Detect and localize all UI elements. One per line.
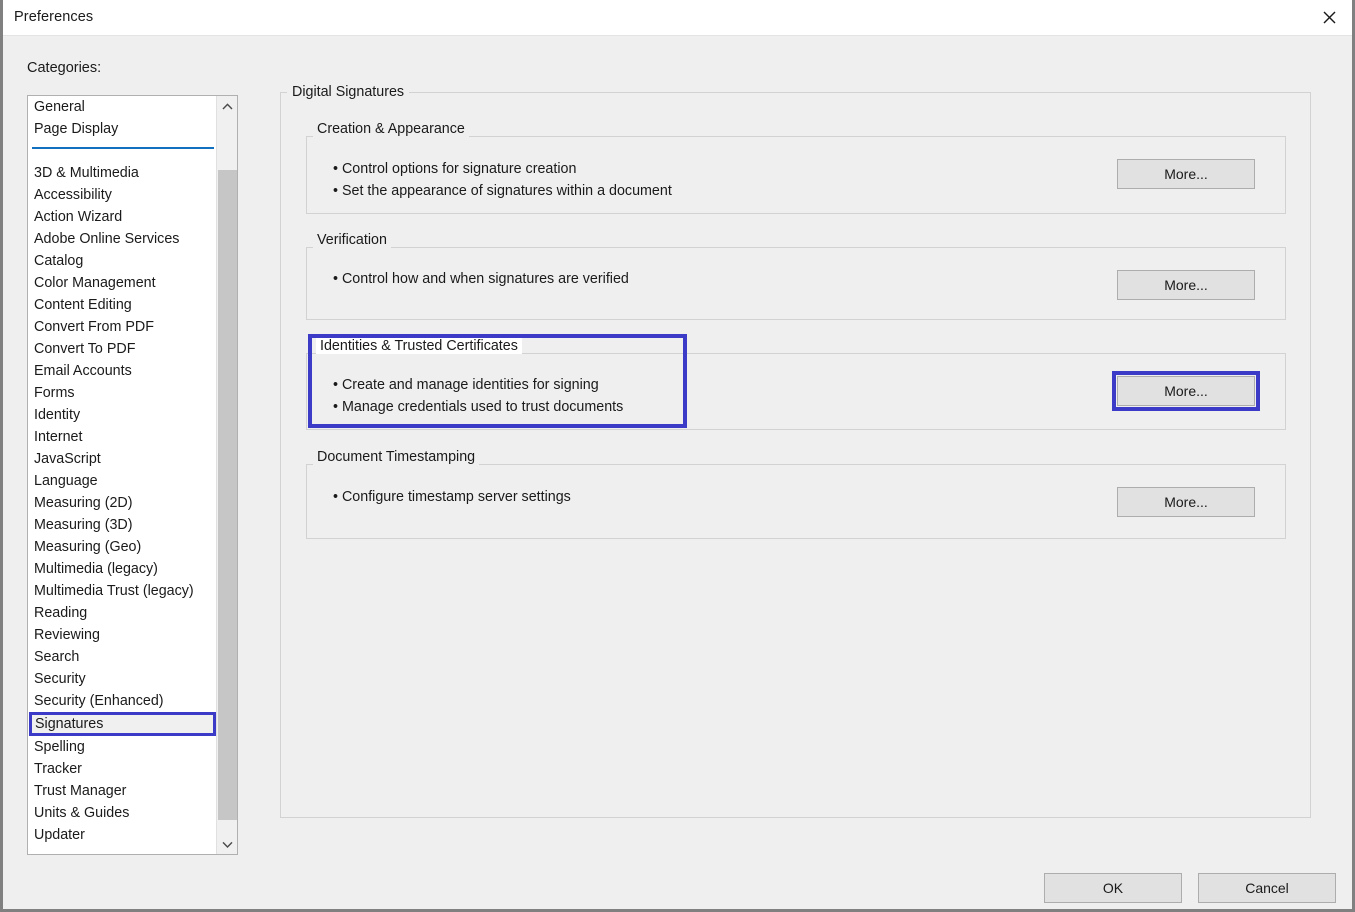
- sidebar-item-security[interactable]: Security: [28, 668, 216, 690]
- bullet-item: • Configure timestamp server settings: [333, 489, 571, 505]
- sidebar-item-measuring-2d[interactable]: Measuring (2D): [28, 492, 216, 514]
- section-document-timestamping-bullets: • Configure timestamp server settings: [333, 486, 571, 508]
- ok-button[interactable]: OK: [1044, 873, 1182, 903]
- section-verification-bullets: • Control how and when signatures are ve…: [333, 268, 629, 290]
- window-title: Preferences: [14, 9, 94, 25]
- sidebar-item-security-enhanced[interactable]: Security (Enhanced): [28, 690, 216, 712]
- sidebar-item-measuring-geo[interactable]: Measuring (Geo): [28, 536, 216, 558]
- sidebar-item-internet[interactable]: Internet: [28, 426, 216, 448]
- sidebar-item-units-guides[interactable]: Units & Guides: [28, 802, 216, 824]
- sidebar-item-accessibility[interactable]: Accessibility: [28, 184, 216, 206]
- close-icon[interactable]: [1306, 0, 1352, 35]
- sidebar-item-convert-to-pdf[interactable]: Convert To PDF: [28, 338, 216, 360]
- sidebar-item-color-management[interactable]: Color Management: [28, 272, 216, 294]
- sidebar-item-email-accounts[interactable]: Email Accounts: [28, 360, 216, 382]
- section-creation-appearance-title: Creation & Appearance: [313, 121, 469, 137]
- more-button-document-timestamping[interactable]: More...: [1117, 487, 1255, 517]
- sidebar-item-3d-multimedia[interactable]: 3D & Multimedia: [28, 162, 216, 184]
- categories-list[interactable]: General Page Display 3D & Multimedia Acc…: [28, 96, 216, 854]
- section-creation-appearance-bullets: • Control options for signature creation…: [333, 158, 672, 202]
- sidebar-item-measuring-3d[interactable]: Measuring (3D): [28, 514, 216, 536]
- sidebar-item-reading[interactable]: Reading: [28, 602, 216, 624]
- sidebar-item-catalog[interactable]: Catalog: [28, 250, 216, 272]
- sidebar-item-search[interactable]: Search: [28, 646, 216, 668]
- section-identities-trusted-certificates-title: Identities & Trusted Certificates: [316, 338, 522, 354]
- title-bar: Preferences: [3, 0, 1352, 36]
- sidebar-item-tracker[interactable]: Tracker: [28, 758, 216, 780]
- sidebar-item-spelling[interactable]: Spelling: [28, 736, 216, 758]
- bullet-item: • Create and manage identities for signi…: [333, 377, 599, 393]
- sidebar-item-forms[interactable]: Forms: [28, 382, 216, 404]
- preferences-dialog: Preferences Categories: General Page Dis…: [3, 0, 1352, 909]
- sidebar-item-adobe-online-services[interactable]: Adobe Online Services: [28, 228, 216, 250]
- sidebar-item-trust-manager[interactable]: Trust Manager: [28, 780, 216, 802]
- bullet-item: • Set the appearance of signatures withi…: [333, 183, 672, 199]
- sidebar-item-multimedia-trust-legacy[interactable]: Multimedia Trust (legacy): [28, 580, 216, 602]
- categories-scrollbar[interactable]: [216, 96, 237, 854]
- sidebar-item-content-editing[interactable]: Content Editing: [28, 294, 216, 316]
- more-button-verification[interactable]: More...: [1117, 270, 1255, 300]
- more-button-identities-trusted-certificates[interactable]: More...: [1117, 376, 1255, 406]
- more-button-creation-appearance[interactable]: More...: [1117, 159, 1255, 189]
- section-verification-title: Verification: [313, 232, 391, 248]
- list-separator: [28, 140, 216, 162]
- bullet-item: • Control options for signature creation: [333, 161, 577, 177]
- sidebar-item-convert-from-pdf[interactable]: Convert From PDF: [28, 316, 216, 338]
- cancel-button[interactable]: Cancel: [1198, 873, 1336, 903]
- sidebar-item-updater[interactable]: Updater: [28, 824, 216, 846]
- chevron-up-icon[interactable]: [217, 96, 237, 116]
- sidebar-item-general[interactable]: General: [28, 96, 216, 118]
- categories-label: Categories:: [27, 60, 102, 76]
- window-border-left: [0, 0, 3, 912]
- sidebar-item-javascript[interactable]: JavaScript: [28, 448, 216, 470]
- sidebar-item-action-wizard[interactable]: Action Wizard: [28, 206, 216, 228]
- sidebar-item-identity[interactable]: Identity: [28, 404, 216, 426]
- scrollbar-thumb[interactable]: [218, 170, 237, 820]
- sidebar-item-page-display[interactable]: Page Display: [28, 118, 216, 140]
- categories-listbox[interactable]: General Page Display 3D & Multimedia Acc…: [27, 95, 238, 855]
- sidebar-item-signatures[interactable]: Signatures: [29, 712, 216, 736]
- sidebar-item-reviewing[interactable]: Reviewing: [28, 624, 216, 646]
- sidebar-item-multimedia-legacy[interactable]: Multimedia (legacy): [28, 558, 216, 580]
- bullet-item: • Control how and when signatures are ve…: [333, 271, 629, 287]
- section-identities-bullets: • Create and manage identities for signi…: [333, 374, 623, 418]
- bullet-item: • Manage credentials used to trust docum…: [333, 399, 624, 415]
- section-document-timestamping-title: Document Timestamping: [313, 449, 480, 465]
- chevron-down-icon[interactable]: [217, 834, 237, 854]
- sidebar-item-language[interactable]: Language: [28, 470, 216, 492]
- digital-signatures-title: Digital Signatures: [287, 84, 410, 100]
